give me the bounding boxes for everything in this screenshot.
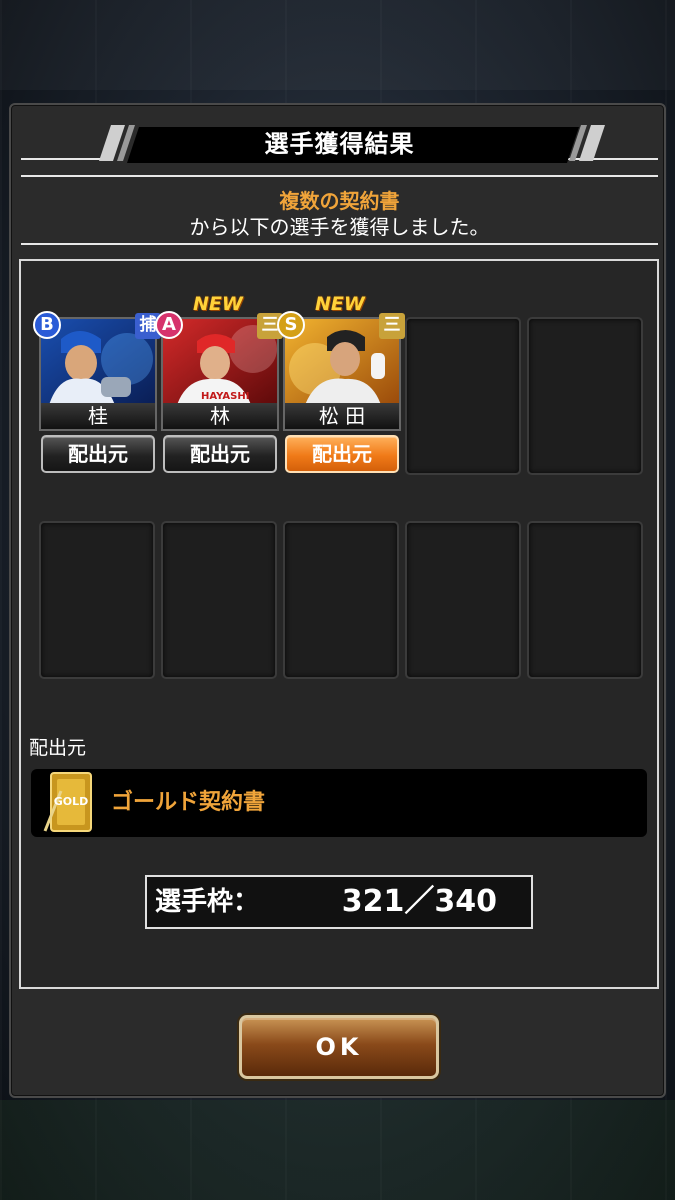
source-section-label: 配出元 [29, 737, 87, 759]
divider-top [21, 175, 658, 177]
empty-slot [283, 521, 399, 679]
rank-badge: S [277, 311, 305, 339]
new-tag: NEW [315, 293, 365, 315]
player-card-2[interactable]: HAYASHI NEW A 三 林 配出元 [155, 293, 283, 477]
result-dialog: 選手獲得結果 複数の契約書 から以下の選手を獲得しました。 B 捕 桂 配出元 … [9, 103, 666, 1098]
source-button-selected[interactable]: 配出元 [285, 435, 399, 473]
result-message: から以下の選手を獲得しました。 [189, 215, 490, 239]
empty-slot [161, 521, 277, 679]
player-name: 林 [161, 403, 279, 431]
source-name: 複数の契約書 [279, 189, 400, 213]
svg-text:HAYASHI: HAYASHI [201, 391, 249, 402]
divider-bottom [21, 243, 658, 245]
gold-contract-icon: GOLD [43, 771, 99, 835]
dialog-title: 選手獲得結果 [264, 130, 415, 158]
empty-slot [527, 521, 643, 679]
empty-slot [405, 521, 521, 679]
rank-badge: B [33, 311, 61, 339]
player-name: 松 田 [283, 403, 401, 431]
source-button[interactable]: 配出元 [163, 435, 277, 473]
contract-icon-text: GOLD [54, 795, 89, 808]
empty-slot [39, 521, 155, 679]
player-slots-label: 選手枠： [155, 887, 260, 917]
title-bar: 選手獲得結果 [21, 125, 658, 163]
rank-badge: A [155, 311, 183, 339]
player-slots-box: 選手枠： 321／340 [145, 875, 533, 929]
new-tag: NEW [193, 293, 243, 315]
source-button[interactable]: 配出元 [41, 435, 155, 473]
ok-button[interactable]: OK [239, 1015, 439, 1079]
contract-name: ゴールド契約書 [111, 790, 266, 815]
player-card-3[interactable]: NEW S 三 松 田 配出元 [277, 293, 405, 477]
position-badge: 三 [379, 313, 405, 339]
empty-slot [527, 317, 643, 475]
contract-row[interactable]: GOLD ゴールド契約書 [31, 769, 647, 837]
player-card-1[interactable]: B 捕 桂 配出元 [33, 311, 161, 477]
player-slots-value: 321／340 [341, 884, 497, 919]
empty-slot [405, 317, 521, 475]
player-name: 桂 [39, 403, 157, 431]
